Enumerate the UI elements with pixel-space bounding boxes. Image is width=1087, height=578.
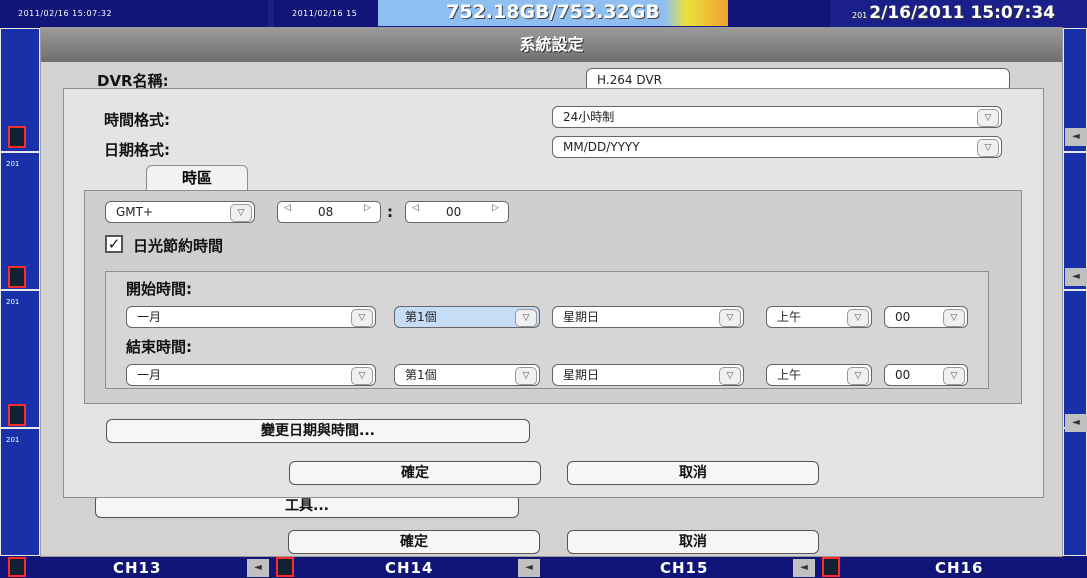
chevron-down-icon: ▽: [351, 367, 373, 385]
chevron-down-icon: ▽: [719, 309, 741, 327]
record-indicator: [8, 126, 26, 148]
end-day-value: 星期日: [563, 368, 600, 382]
end-ampm-value: 上午: [777, 368, 802, 382]
start-ampm-value: 上午: [777, 310, 802, 324]
start-ampm-select[interactable]: 上午 ▽: [766, 306, 872, 328]
time-separator: :: [387, 203, 393, 221]
chevron-down-icon: ▽: [977, 139, 999, 157]
date-format-value: MM/DD/YYYY: [563, 140, 640, 154]
side-arrow-icon[interactable]: ◄: [1065, 268, 1087, 286]
settings-panel: 時間格式: 24小時制 ▽ 日期格式: MM/DD/YYYY ▽ 時區 GMT+ ▽ …: [63, 88, 1044, 498]
start-time-label: 開始時間:: [126, 280, 192, 298]
chevron-left-icon[interactable]: ◁: [412, 203, 419, 213]
tile-label: 201: [6, 436, 20, 444]
dst-checkbox[interactable]: ✓: [105, 235, 123, 253]
time-format-select[interactable]: 24小時制 ▽: [552, 106, 1002, 128]
system-clock: 201 2/16/2011 15:07:34: [830, 0, 1087, 26]
background-cancel-button[interactable]: 取消: [567, 530, 819, 554]
camera-1-timestamp: 2011/02/16 15:07:32: [0, 0, 268, 28]
dst-range-panel: 開始時間: 一月 ▽ 第1個 ▽ 星期日 ▽ 上午 ▽ 00 ▽ 結束時間: 一月 ▽ 第1…: [105, 271, 989, 389]
gmt-select[interactable]: GMT+ ▽: [105, 201, 255, 223]
chevron-right-icon[interactable]: ▷: [364, 203, 371, 213]
camera-tile-16[interactable]: [1063, 428, 1087, 556]
dialog-title: 系統設定: [41, 28, 1062, 62]
tab-timezone[interactable]: 時區: [146, 165, 248, 191]
camera-3-timestamp: [728, 0, 830, 28]
chevron-down-icon: ▽: [847, 367, 869, 385]
date-format-label: 日期格式:: [104, 141, 170, 159]
channel-label-14[interactable]: CH14: [385, 559, 433, 577]
record-indicator: [8, 404, 26, 426]
end-hour-select[interactable]: 00 ▽: [884, 364, 968, 386]
end-hour-value: 00: [895, 368, 911, 382]
channel-arrow-icon[interactable]: ◄: [518, 559, 540, 577]
chevron-down-icon: ▽: [719, 367, 741, 385]
start-hour-select[interactable]: 00 ▽: [884, 306, 968, 328]
tile-label: 201: [6, 298, 20, 306]
ok-button[interactable]: 確定: [289, 461, 541, 485]
chevron-down-icon: ▽: [230, 204, 252, 222]
chevron-down-icon: ▽: [515, 367, 537, 385]
change-datetime-button[interactable]: 變更日期與時間...: [106, 419, 530, 443]
end-time-label: 結束時間:: [126, 338, 192, 356]
chevron-down-icon: ▽: [351, 309, 373, 327]
channel-arrow-icon[interactable]: ◄: [247, 559, 269, 577]
record-indicator: [276, 557, 294, 577]
camera-2-timestamp: 2011/02/16 15: [274, 0, 378, 28]
hour-value: 08: [318, 205, 334, 219]
end-day-select[interactable]: 星期日 ▽: [552, 364, 744, 386]
system-settings-dialog: 系統設定 DVR名稱: H.264 DVR 工具... 確定 取消 時間格式: …: [40, 27, 1063, 557]
record-indicator: [8, 557, 26, 577]
minute-stepper[interactable]: ◁ 00 ▷: [405, 201, 509, 223]
chevron-down-icon: ▽: [515, 309, 537, 327]
start-day-value: 星期日: [563, 310, 600, 324]
chevron-down-icon: ▽: [943, 367, 965, 385]
camera-tile-12[interactable]: [1063, 290, 1087, 428]
channel-label-13[interactable]: CH13: [113, 559, 161, 577]
channel-arrow-icon[interactable]: ◄: [793, 559, 815, 577]
side-arrow-icon[interactable]: ◄: [1065, 414, 1087, 432]
start-month-select[interactable]: 一月 ▽: [126, 306, 376, 328]
end-week-select[interactable]: 第1個 ▽: [394, 364, 540, 386]
end-month-value: 一月: [137, 368, 162, 382]
time-format-label: 時間格式:: [104, 111, 170, 129]
end-month-select[interactable]: 一月 ▽: [126, 364, 376, 386]
hour-stepper[interactable]: ◁ 08 ▷: [277, 201, 381, 223]
record-indicator: [822, 557, 840, 577]
chevron-down-icon: ▽: [847, 309, 869, 327]
background-ok-button[interactable]: 確定: [288, 530, 540, 554]
channel-bar: [0, 556, 1087, 578]
channel-label-16[interactable]: CH16: [935, 559, 983, 577]
chevron-left-icon[interactable]: ◁: [284, 203, 291, 213]
channel-label-15[interactable]: CH15: [660, 559, 708, 577]
start-day-select[interactable]: 星期日 ▽: [552, 306, 744, 328]
clock-text: 2/16/2011 15:07:34: [869, 3, 1055, 23]
record-indicator: [8, 266, 26, 288]
cancel-button[interactable]: 取消: [567, 461, 819, 485]
start-week-value: 第1個: [405, 310, 437, 324]
date-format-select[interactable]: MM/DD/YYYY ▽: [552, 136, 1002, 158]
hdd-usage-bar: 752.18GB/753.32GB: [378, 0, 728, 26]
camera-tile-13[interactable]: [0, 428, 40, 556]
end-ampm-select[interactable]: 上午 ▽: [766, 364, 872, 386]
dst-label: 日光節約時間: [133, 237, 224, 255]
side-arrow-icon[interactable]: ◄: [1065, 128, 1087, 146]
minute-value: 00: [446, 205, 462, 219]
chevron-down-icon: ▽: [943, 309, 965, 327]
tile-label: 201: [6, 160, 20, 168]
chevron-down-icon: ▽: [977, 109, 999, 127]
start-month-value: 一月: [137, 310, 162, 324]
clock-prefix: 201: [852, 11, 868, 20]
end-week-value: 第1個: [405, 368, 437, 382]
gmt-value: GMT+: [116, 205, 154, 219]
timezone-panel: GMT+ ▽ ◁ 08 ▷ : ◁ 00 ▷ ✓ 日光節約時間 開始時間: 一月 ▽…: [84, 190, 1022, 404]
start-week-select[interactable]: 第1個 ▽: [394, 306, 540, 328]
start-hour-value: 00: [895, 310, 911, 324]
time-format-value: 24小時制: [563, 110, 615, 124]
chevron-right-icon[interactable]: ▷: [492, 203, 499, 213]
